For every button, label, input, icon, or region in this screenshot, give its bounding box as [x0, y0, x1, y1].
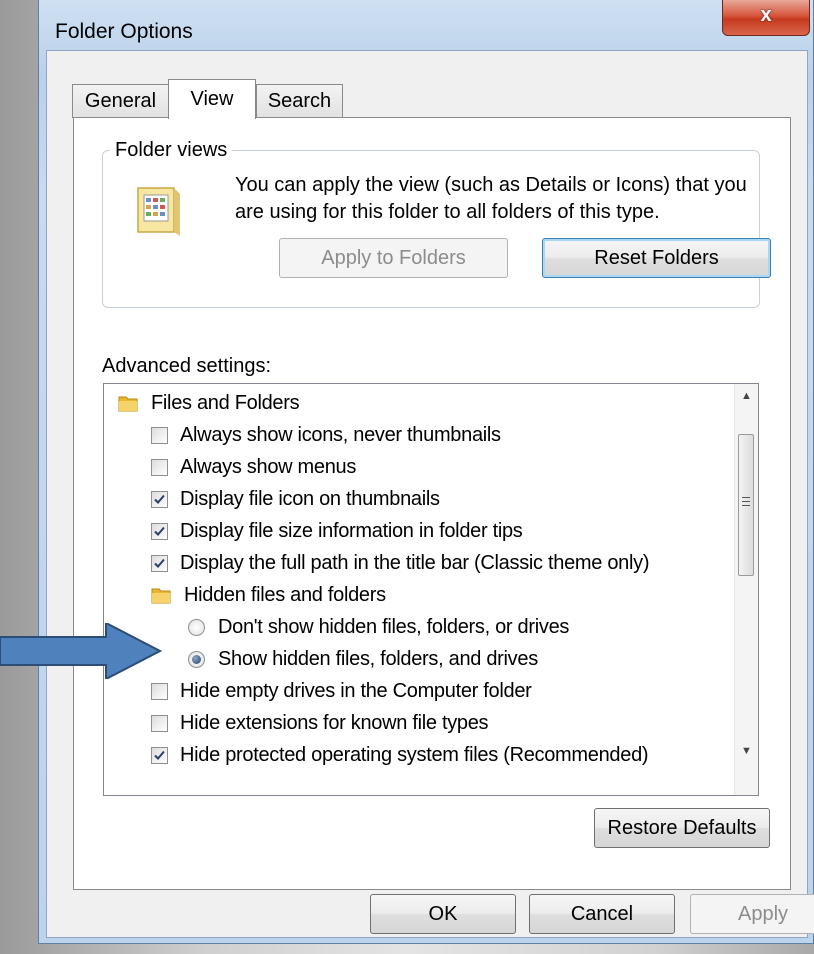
list-item-label: Always show icons, never thumbnails — [180, 423, 501, 446]
folder-view-icon — [137, 187, 180, 236]
list-item: Files and Folders — [118, 387, 300, 419]
radio-button-selected-icon[interactable] — [188, 650, 205, 668]
tab-view[interactable]: View — [168, 79, 256, 119]
list-item[interactable]: Always show icons, never thumbnails — [151, 419, 501, 451]
checkbox-checked-icon[interactable] — [151, 554, 168, 572]
radio-button-icon[interactable] — [188, 618, 205, 636]
list-item-label: Display file icon on thumbnails — [180, 487, 440, 510]
folder-options-window: Folder Options x General View Search Fol… — [38, 0, 814, 944]
apply-to-folders-button[interactable]: Apply to Folders — [279, 238, 508, 278]
list-item[interactable]: Hide protected operating system files (R… — [151, 739, 649, 771]
list-item[interactable]: Display file size information in folder … — [151, 515, 523, 547]
ok-button[interactable]: OK — [370, 894, 516, 934]
checkbox-checked-icon[interactable] — [151, 522, 168, 540]
list-item[interactable]: Display file icon on thumbnails — [151, 483, 440, 515]
scrollbar-thumb[interactable] — [738, 434, 754, 576]
list-item[interactable]: Display the full path in the title bar (… — [151, 547, 649, 579]
list-item-label: Hidden files and folders — [184, 583, 386, 606]
scroll-up-icon[interactable]: ▲ — [735, 384, 758, 408]
list-item-label: Display file size information in folder … — [180, 519, 523, 542]
list-item-label: Always show menus — [180, 455, 357, 478]
folder-icon — [118, 396, 138, 412]
folder-views-description: You can apply the view (such as Details … — [235, 174, 747, 223]
close-button[interactable]: x — [722, 0, 810, 36]
checkbox-icon[interactable] — [151, 682, 168, 700]
pointer-arrow-icon — [0, 623, 162, 679]
cancel-button[interactable]: Cancel — [529, 894, 675, 934]
advanced-settings-list[interactable]: Files and Folders Always show icons, nev… — [103, 383, 759, 796]
list-item[interactable]: Don't show hidden files, folders, or dri… — [188, 611, 569, 643]
list-item-label: Show hidden files, folders, and drives — [218, 647, 538, 670]
list-item[interactable]: Always show menus — [151, 451, 356, 483]
list-item: Hidden files and folders — [151, 579, 386, 611]
advanced-settings-label: Advanced settings: — [102, 355, 271, 377]
checkbox-icon[interactable] — [151, 458, 168, 476]
list-item[interactable]: Hide extensions for known file types — [151, 707, 489, 739]
list-item[interactable]: Hide empty drives in the Computer folder — [151, 675, 532, 707]
list-item-label: Hide empty drives in the Computer folder — [180, 679, 532, 702]
list-item-label: Files and Folders — [151, 391, 300, 414]
scroll-down-icon[interactable]: ▼ — [735, 739, 758, 763]
checkbox-icon[interactable] — [151, 714, 168, 732]
list-item-label: Hide protected operating system files (R… — [180, 743, 649, 766]
window-title: Folder Options — [55, 20, 193, 43]
checkbox-icon[interactable] — [151, 426, 168, 444]
restore-defaults-button[interactable]: Restore Defaults — [594, 808, 770, 848]
list-item-label: Hide extensions for known file types — [180, 711, 489, 734]
checkbox-checked-icon[interactable] — [151, 746, 168, 764]
folder-icon — [151, 588, 171, 604]
folder-views-label: Folder views — [110, 139, 233, 162]
tab-general[interactable]: General — [72, 84, 169, 118]
apply-button[interactable]: Apply — [690, 894, 814, 934]
list-item-label: Display the full path in the title bar (… — [180, 551, 650, 574]
checkbox-checked-icon[interactable] — [151, 490, 168, 508]
tab-search[interactable]: Search — [256, 84, 343, 118]
list-scrollbar[interactable]: ▲ ▼ — [734, 384, 758, 795]
list-item-label: Don't show hidden files, folders, or dri… — [218, 615, 570, 638]
reset-folders-button[interactable]: Reset Folders — [542, 238, 771, 278]
list-item[interactable]: Show hidden files, folders, and drives — [188, 643, 538, 675]
